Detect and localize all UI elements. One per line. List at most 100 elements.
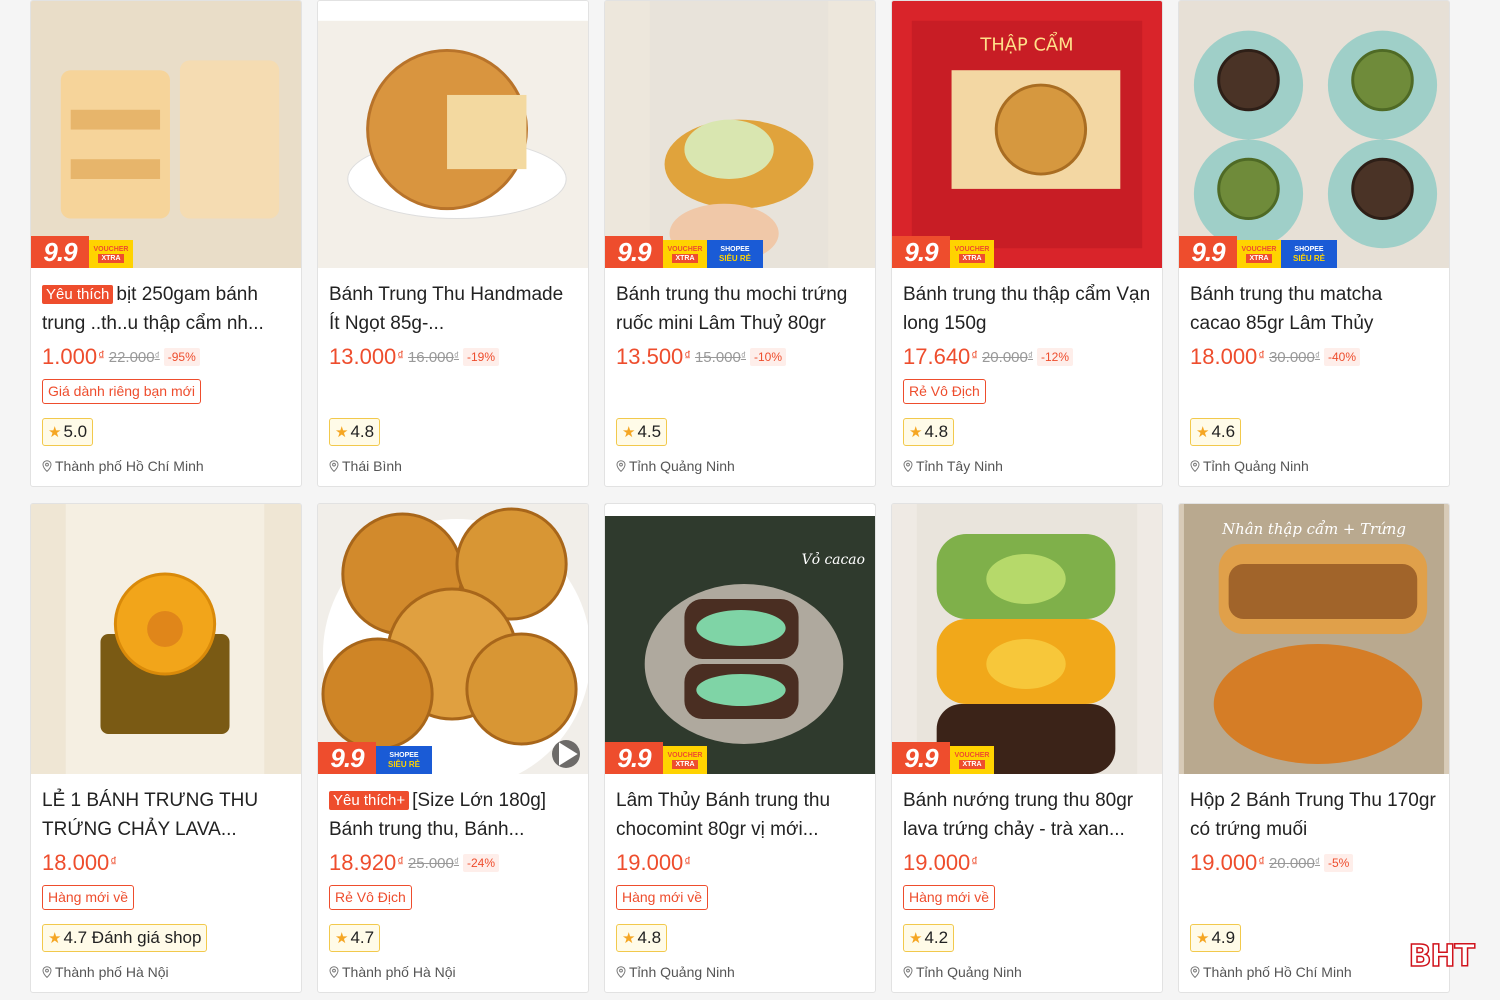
promo-badges: 9.9 VOUCHER XTRA SHOPEE SIÊU RẺ — [605, 234, 763, 268]
rating-value: 4.5 — [637, 422, 662, 441]
location-pin-icon — [616, 966, 626, 978]
location-pin-icon — [1190, 966, 1200, 978]
product-card[interactable]: Nhân thập cẩm + Trứng Hộp 2 Bánh Trung T… — [1178, 503, 1450, 993]
promo-badges: 9.9 SHOPEE SIÊU RẺ — [318, 740, 432, 774]
product-card[interactable]: LẺ 1 BÁNH TRƯNG THU TRỨNG CHẢY LAVA... 1… — [30, 503, 302, 993]
rating-badge: ★ 4.8 — [616, 924, 668, 952]
location-text: Thành phố Hà Nội — [55, 964, 169, 980]
shop-location: Tỉnh Quảng Ninh — [1190, 458, 1309, 474]
mooncake-mochi-image[interactable]: 9.9 VOUCHER XTRA SHOPEE SIÊU RẺ — [605, 1, 875, 268]
shopee-sieu-re-badge: SHOPEE SIÊU RẺ — [707, 240, 763, 268]
product-title[interactable]: Yêu thích+ [Size Lớn 180g] Bánh trung thu… — [329, 786, 577, 844]
discount-badge: -24% — [463, 854, 500, 872]
mooncake-pack-image[interactable]: 9.9 VOUCHER XTRA — [31, 1, 301, 268]
location-text: Thái Bình — [342, 458, 402, 474]
location-pin-icon — [1190, 460, 1200, 472]
rating-badge: ★ 4.5 — [616, 418, 668, 446]
product-price: 13.500₫ — [616, 344, 691, 369]
product-title[interactable]: LẺ 1 BÁNH TRƯNG THU TRỨNG CHẢY LAVA... — [42, 786, 290, 844]
product-price: 17.640₫ — [903, 344, 978, 369]
product-title[interactable]: Bánh nướng trung thu 80gr lava trứng chả… — [903, 786, 1151, 844]
star-icon: ★ — [622, 424, 636, 441]
product-card[interactable]: 9.9 VOUCHER XTRA SHOPEE SIÊU RẺ Bánh trung t… — [604, 0, 876, 487]
voucher-xtra-badge: VOUCHER XTRA — [89, 240, 133, 268]
shop-location: Tỉnh Tây Ninh — [903, 458, 1003, 474]
favorite-tag: Yêu thích+ — [329, 791, 410, 810]
original-price: 16.000₫ — [407, 348, 459, 366]
original-price: 25.000₫ — [407, 854, 459, 872]
location-text: Thành phố Hồ Chí Minh — [55, 458, 204, 474]
product-title[interactable]: Lâm Thủy Bánh trung thu chocomint 80gr v… — [616, 786, 864, 844]
rating-value: 4.8 — [350, 422, 375, 441]
location-text: Tỉnh Quảng Ninh — [1203, 458, 1309, 474]
product-card[interactable]: 9.9 VOUCHER XTRA Bánh nướng trung thu 80gr… — [891, 503, 1163, 993]
product-title[interactable]: Yêu thích bịt 250gam bánh trung ..th..u t… — [42, 280, 290, 338]
product-price: 19.000₫ — [1190, 850, 1265, 875]
watermark-logo: BHT — [1408, 938, 1476, 975]
rating-value: 4.8 — [924, 422, 949, 441]
product-card[interactable]: Bánh Trung Thu Handmade Ít Ngọt 85g-... … — [317, 0, 589, 487]
promo-badges: 9.9 VOUCHER XTRA SHOPEE SIÊU RẺ — [1179, 234, 1337, 268]
shop-location: Thái Bình — [329, 458, 402, 474]
discount-badge: -12% — [1037, 348, 1074, 366]
rating-badge: ★ 4.8 — [329, 418, 381, 446]
play-video-icon[interactable] — [552, 740, 580, 768]
star-icon: ★ — [335, 930, 349, 947]
product-card[interactable]: 9.9 VOUCHER XTRA SHOPEE SIÊU RẺ Bánh trung t… — [1178, 0, 1450, 487]
promo-label: Hàng mới về — [903, 885, 995, 910]
star-icon: ★ — [622, 930, 636, 947]
voucher-xtra-badge: VOUCHER XTRA — [950, 746, 994, 774]
product-grid: 9.9 VOUCHER XTRA Yêu thích bịt 250gam bánh … — [30, 0, 1450, 993]
product-title[interactable]: Bánh trung thu matcha cacao 85gr Lâm Thủ… — [1190, 280, 1438, 338]
voucher-xtra-badge: VOUCHER XTRA — [663, 746, 707, 774]
location-text: Thành phố Hà Nội — [342, 964, 456, 980]
original-price: 20.000₫ — [981, 348, 1033, 366]
rating-value: 4.2 — [924, 928, 949, 947]
shop-location: Thành phố Hồ Chí Minh — [1190, 964, 1352, 980]
product-card[interactable]: THẬP CẨM 9.9 VOUCHER XTRA Bánh trung thu th… — [891, 0, 1163, 487]
mooncake-chocomint-image[interactable]: Vỏ cacao 9.9 VOUCHER XTRA — [605, 504, 875, 774]
original-price: 15.000₫ — [694, 348, 746, 366]
promo-badges: 9.9 VOUCHER XTRA — [605, 740, 707, 774]
product-title-text: Bánh trung thu mochi trứng ruốc mini Lâm… — [616, 284, 848, 334]
promo-label: Rẻ Vô Địch — [329, 885, 412, 910]
rating-badge: ★ 4.7 Đánh giá shop — [42, 924, 208, 952]
rating-badge: ★ 4.6 — [1190, 418, 1242, 446]
promo-label: Giá dành riêng bạn mới — [42, 379, 201, 404]
product-title[interactable]: Bánh Trung Thu Handmade Ít Ngọt 85g-... — [329, 280, 577, 338]
product-title-text: Bánh trung thu matcha cacao 85gr Lâm Thủ… — [1190, 284, 1383, 334]
product-title-text: Bánh trung thu thập cẩm Vạn long 150g — [903, 284, 1151, 334]
mooncake-plate-image[interactable]: 9.9 SHOPEE SIÊU RẺ — [318, 504, 588, 774]
shop-location: Thành phố Hồ Chí Minh — [42, 458, 204, 474]
mooncake-stack-image[interactable]: 9.9 VOUCHER XTRA — [892, 504, 1162, 774]
product-card[interactable]: Vỏ cacao 9.9 VOUCHER XTRA Lâm Thủy Bánh tru… — [604, 503, 876, 993]
rating-value: 4.6 — [1211, 422, 1236, 441]
product-title-text: Bánh Trung Thu Handmade Ít Ngọt 85g-... — [329, 284, 564, 334]
sale-9-9-badge: 9.9 — [892, 236, 950, 268]
sale-9-9-badge: 9.9 — [31, 236, 89, 268]
location-pin-icon — [329, 460, 339, 472]
mooncake-plates-image[interactable]: 9.9 VOUCHER XTRA SHOPEE SIÊU RẺ — [1179, 1, 1449, 268]
mooncake-lava-image[interactable] — [31, 504, 301, 774]
rating-value: 5.0 — [63, 422, 88, 441]
discount-badge: -40% — [1324, 348, 1361, 366]
mooncake-hand-image[interactable]: Nhân thập cẩm + Trứng — [1179, 504, 1449, 774]
product-title[interactable]: Bánh trung thu mochi trứng ruốc mini Lâm… — [616, 280, 864, 338]
product-card[interactable]: 9.9 SHOPEE SIÊU RẺ Yêu thích+ [Size Lớn 180… — [317, 503, 589, 993]
rating-badge: ★ 4.8 — [903, 418, 955, 446]
original-price: 30.000₫ — [1268, 348, 1320, 366]
product-card[interactable]: 9.9 VOUCHER XTRA Yêu thích bịt 250gam bánh … — [30, 0, 302, 487]
product-title[interactable]: Bánh trung thu thập cẩm Vạn long 150g — [903, 280, 1151, 338]
product-title[interactable]: Hộp 2 Bánh Trung Thu 170gr có trứng muối — [1190, 786, 1438, 844]
svg-text:Vỏ cacao: Vỏ cacao — [802, 551, 865, 568]
promo-badges: 9.9 VOUCHER XTRA — [892, 740, 994, 774]
star-icon: ★ — [909, 424, 923, 441]
shop-location: Tỉnh Quảng Ninh — [616, 964, 735, 980]
mooncake-box-image[interactable]: THẬP CẨM 9.9 VOUCHER XTRA — [892, 1, 1162, 268]
location-text: Tỉnh Tây Ninh — [916, 458, 1003, 474]
svg-text:Nhân thập cẩm + Trứng: Nhân thập cẩm + Trứng — [1221, 520, 1406, 538]
location-text: Tỉnh Quảng Ninh — [629, 964, 735, 980]
location-pin-icon — [42, 966, 52, 978]
mooncake-cut-image[interactable] — [318, 1, 588, 268]
location-text: Tỉnh Quảng Ninh — [916, 964, 1022, 980]
